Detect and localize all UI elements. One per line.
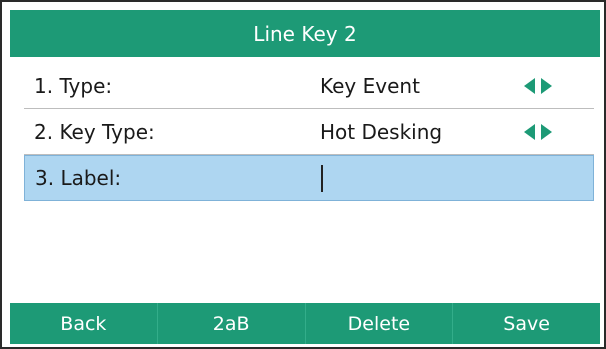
softkey-bar: Back 2aB Delete Save [10, 303, 600, 344]
setting-label: 1. Type: [34, 73, 113, 98]
delete-button[interactable]: Delete [306, 303, 454, 344]
setting-label: 3. Label: [35, 166, 122, 190]
setting-row-label[interactable]: 3. Label: [24, 155, 594, 201]
option-switcher[interactable] [524, 123, 552, 140]
setting-label: 2. Key Type: [34, 119, 155, 144]
setting-row-key-type[interactable]: 2. Key Type: Hot Desking [24, 109, 594, 155]
setting-value[interactable]: Key Event [320, 74, 420, 98]
page-title: Line Key 2 [253, 21, 357, 46]
triangle-left-icon[interactable] [524, 77, 535, 94]
triangle-right-icon[interactable] [541, 123, 552, 140]
triangle-left-icon[interactable] [524, 123, 535, 140]
back-button[interactable]: Back [10, 303, 158, 344]
phone-screen: Line Key 2 1. Type: Key Event 2. Key Typ… [0, 0, 606, 349]
triangle-right-icon[interactable] [541, 77, 552, 94]
title-bar: Line Key 2 [10, 10, 600, 57]
input-mode-button[interactable]: 2aB [158, 303, 306, 344]
option-switcher[interactable] [524, 77, 552, 94]
text-cursor [321, 165, 323, 192]
setting-value[interactable]: Hot Desking [320, 120, 442, 144]
setting-row-type[interactable]: 1. Type: Key Event [24, 63, 594, 109]
save-button[interactable]: Save [453, 303, 600, 344]
